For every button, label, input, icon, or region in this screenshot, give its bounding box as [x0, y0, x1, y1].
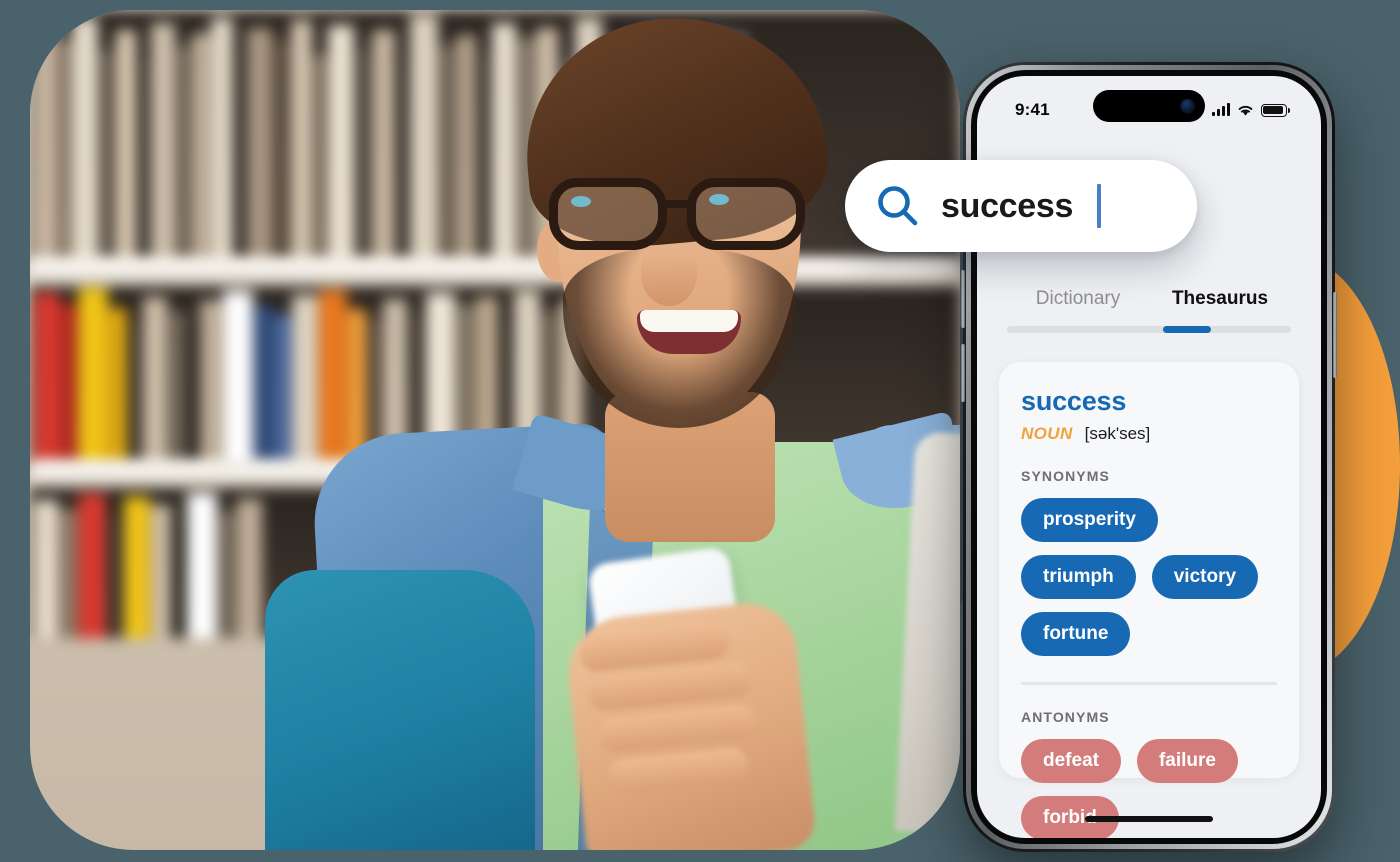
volume-down-button[interactable]	[961, 344, 965, 402]
tab-track	[1007, 326, 1291, 333]
antonym-chip[interactable]: defeat	[1021, 739, 1121, 783]
text-cursor	[1097, 184, 1102, 228]
synonym-chip[interactable]: prosperity	[1021, 498, 1158, 542]
battery-icon	[1261, 103, 1290, 117]
eyeglasses	[547, 178, 815, 256]
person	[265, 10, 960, 850]
antonyms-label: ANTONYMS	[1021, 709, 1110, 725]
antonyms-chip-group: defeat failure forbid	[1021, 739, 1277, 838]
finger	[596, 703, 758, 754]
tab-dictionary[interactable]: Dictionary	[1007, 288, 1149, 326]
status-indicators	[1212, 103, 1290, 117]
antonym-chip[interactable]: failure	[1136, 739, 1238, 783]
dynamic-island	[1093, 90, 1205, 122]
tab-indicator	[1163, 326, 1212, 333]
synonyms-label: SYNONYMS	[1021, 468, 1110, 484]
search-icon	[878, 186, 918, 226]
lens-right	[687, 178, 805, 250]
status-clock: 9:41	[1015, 100, 1050, 119]
phonetic-transcription: [sək'ses]	[1084, 424, 1151, 443]
wifi-icon	[1238, 105, 1253, 116]
synonym-chip[interactable]: triumph	[1021, 555, 1136, 599]
front-camera-icon	[1181, 99, 1194, 113]
tab-row: Dictionary Thesaurus	[1007, 288, 1291, 326]
hand	[562, 598, 818, 850]
home-indicator[interactable]	[1085, 816, 1213, 822]
lens-left	[549, 178, 667, 250]
synonym-chip[interactable]: fortune	[1021, 612, 1131, 656]
tab-thesaurus[interactable]: Thesaurus	[1149, 288, 1291, 326]
lens-glint	[709, 194, 729, 205]
tab-bar: Dictionary Thesaurus	[977, 288, 1321, 333]
part-of-speech: NOUN	[1021, 424, 1073, 443]
finger	[607, 746, 751, 795]
teeth	[640, 310, 738, 332]
lens-glint	[571, 196, 591, 207]
cellular-signal-icon	[1212, 103, 1230, 116]
hero-photo	[30, 10, 960, 850]
synonyms-chip-group: prosperity triumph victory fortune	[1021, 498, 1277, 656]
search-bar[interactable]: success	[845, 160, 1197, 252]
couch	[265, 570, 535, 850]
headword: success	[1021, 386, 1127, 416]
screenshot-stage: 9:41 Dictionary Thesaurus success NOUN […	[0, 0, 1400, 862]
synonym-chip[interactable]: victory	[1151, 555, 1259, 599]
word-entry-card: success NOUN [sək'ses] SYNONYMS prosperi…	[999, 362, 1299, 838]
search-input[interactable]: success	[941, 187, 1073, 226]
mouth	[637, 310, 741, 354]
power-button[interactable]	[1333, 292, 1337, 378]
section-divider	[1021, 682, 1277, 685]
pronunciation-row: NOUN [sək'ses]	[1021, 424, 1277, 444]
volume-up-button[interactable]	[961, 270, 965, 328]
glasses-bridge	[665, 200, 693, 208]
